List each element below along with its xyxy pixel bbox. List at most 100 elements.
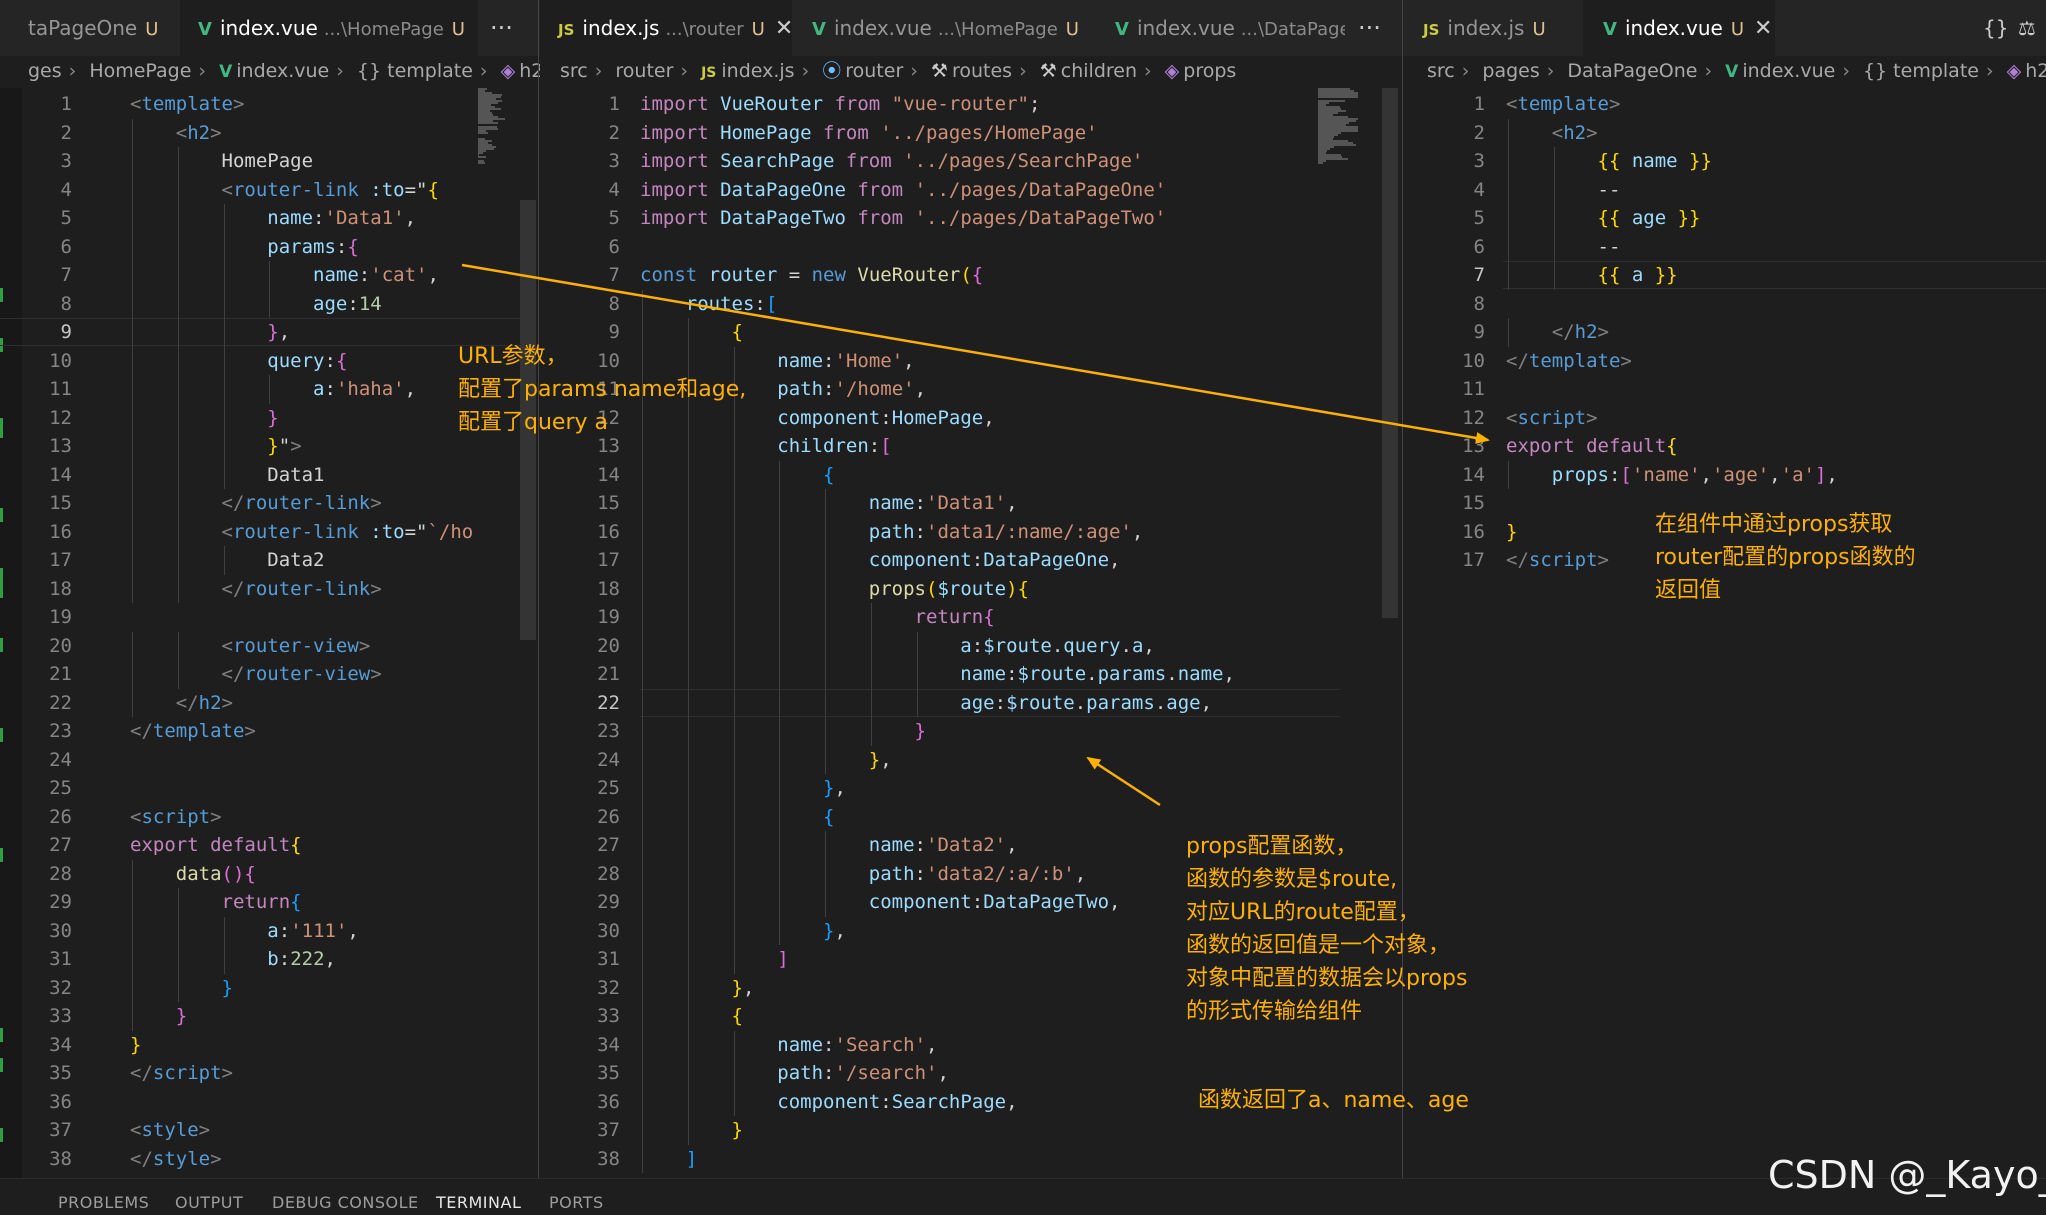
code-line[interactable]: 14 Data1 [0,461,543,489]
breadcrumb-item[interactable]: router [615,60,673,82]
code-line[interactable]: 31 b:222, [0,945,543,973]
code-line[interactable]: 30 a:'111', [0,917,543,945]
code-line[interactable]: 8 routes:[ [540,290,1404,318]
code-line[interactable]: 24 }, [540,746,1404,774]
code-line[interactable]: 12 <script> [1403,404,2046,432]
code-line[interactable]: 21 name:$route.params.name, [540,660,1404,688]
code-line[interactable]: 13 export default{ [1403,432,2046,460]
code-line[interactable]: 22 </h2> [0,689,543,717]
code-line[interactable]: 25 [0,774,543,802]
panel-tab-problems[interactable]: PROBLEMS [58,1193,149,1212]
breadcrumb-item[interactable]: children [1061,60,1137,82]
code-line[interactable]: 22 age:$route.params.age, [540,689,1404,717]
code-line[interactable]: 7 {{ a }} [1403,261,2046,289]
code-line[interactable]: 3 import SearchPage from '../pages/Search… [540,147,1404,175]
code-line[interactable]: 6 [540,233,1404,261]
code-line[interactable]: 19 [0,603,543,631]
breadcrumb-item[interactable]: index.vue [1742,60,1835,82]
code-line[interactable]: 3 HomePage [0,147,543,175]
code-line[interactable]: 25 }, [540,774,1404,802]
code-line[interactable]: 6 params:{ [0,233,543,261]
pane-divider[interactable] [538,0,539,1178]
code-line[interactable]: 23 } [540,717,1404,745]
code-line[interactable]: 34} [0,1031,543,1059]
code-line[interactable]: 35 path:'/search', [540,1059,1404,1087]
code-line[interactable]: 38 </style> [0,1145,543,1173]
code-line[interactable]: 8 [1403,290,2046,318]
code-line[interactable]: 32 } [0,974,543,1002]
code-line[interactable]: 37 <style> [0,1116,543,1144]
code-line[interactable]: 20 <router-view> [0,632,543,660]
open-changes-icon[interactable]: {} [1983,0,2008,56]
code-line[interactable]: 11 [1403,375,2046,403]
code-line[interactable]: 14 props:['name','age','a'], [1403,461,2046,489]
minimap[interactable] [1318,88,1366,168]
code-line[interactable]: 20 a:$route.query.a, [540,632,1404,660]
code-line[interactable]: 5 name:'Data1', [0,204,543,232]
code-line[interactable]: 38 ] [540,1145,1404,1173]
compare-icon[interactable]: ⚖ [2018,0,2036,56]
code-line[interactable]: 29 return{ [0,888,543,916]
code-line[interactable]: 18 props($route){ [540,575,1404,603]
code-line[interactable]: 7 name:'cat', [0,261,543,289]
code-line[interactable]: 4 -- [1403,176,2046,204]
breadcrumb-item[interactable]: index.js [721,60,794,82]
tab-homepage-index-vue[interactable]: Vindex.vue ...\HomePage U [792,0,1097,56]
panel-tab-output[interactable]: OUTPUT [175,1193,243,1212]
minimap[interactable] [478,88,518,168]
scrollbar[interactable] [1382,88,1398,618]
code-line[interactable]: 24 [0,746,543,774]
breadcrumb-item[interactable]: h2 [2025,60,2046,82]
code-line[interactable]: 27 export default{ [0,831,543,859]
code-line[interactable]: 37 } [540,1116,1404,1144]
code-line[interactable]: 1 <template> [1403,90,2046,118]
code-line[interactable]: 2 import HomePage from '../pages/HomePage… [540,119,1404,147]
tab-homepage-index-vue[interactable]: Vindex.vue...\HomePage U ✕ [180,0,478,56]
breadcrumb-item[interactable]: index.vue [236,60,329,82]
code-line[interactable]: 26 <script> [0,803,543,831]
breadcrumb-item[interactable]: {} template [1863,60,1979,82]
code-line[interactable]: 3 {{ name }} [1403,147,2046,175]
code-line[interactable]: 4 <router-link :to="{ [0,176,543,204]
code-line[interactable]: 21 </router-view> [0,660,543,688]
code-line[interactable]: 35 </script> [0,1059,543,1087]
code-line[interactable]: 23 </template> [0,717,543,745]
panel-tab-debug-console[interactable]: DEBUG CONSOLE [272,1193,419,1212]
code-line[interactable]: 1 <template> [0,90,543,118]
code-line[interactable]: 2 <h2> [0,119,543,147]
code-line[interactable]: 7 const router = new VueRouter({ [540,261,1404,289]
code-line[interactable]: 28 data(){ [0,860,543,888]
tab-datapagetwo-vue[interactable]: Vindex.vue...\DataPageTw [1097,0,1345,56]
code-line[interactable]: 1 import VueRouter from "vue-router"; [540,90,1404,118]
breadcrumb-item[interactable]: pages [1482,60,1539,82]
code-line[interactable]: 17 Data2 [0,546,543,574]
code-line[interactable]: 36 [0,1088,543,1116]
code-line[interactable]: 14 { [540,461,1404,489]
code-line[interactable]: 5 {{ age }} [1403,204,2046,232]
code-line[interactable]: 6 -- [1403,233,2046,261]
breadcrumb-item[interactable]: router [845,60,903,82]
code-line[interactable]: 26 { [540,803,1404,831]
tab-router-index-js[interactable]: JS index.js U [1403,0,1583,56]
breadcrumb-item[interactable]: HomePage [89,60,191,82]
code-line[interactable]: 2 <h2> [1403,119,2046,147]
tab-router-index-js[interactable]: JS index.js ...\router U ✕ [540,0,792,56]
close-icon[interactable]: ✕ [475,16,478,41]
breadcrumb-item[interactable]: {} template [357,60,473,82]
code-line[interactable]: 10 </template> [1403,347,2046,375]
code-line[interactable]: 19 return{ [540,603,1404,631]
breadcrumb-item[interactable]: src [1427,60,1455,82]
breadcrumb-item[interactable]: src [560,60,588,82]
panel-tab-terminal[interactable]: TERMINAL [436,1193,521,1212]
breadcrumb-item[interactable]: ges [28,60,62,82]
code-line[interactable]: 16 path:'data1/:name/:age', [540,518,1404,546]
close-icon[interactable]: ✕ [1754,16,1772,41]
code-line[interactable]: 16 <router-link :to="`/ho [0,518,543,546]
tab-datapageone-vue[interactable]: taPageOne U [0,0,180,56]
breadcrumb-item[interactable]: DataPageOne [1567,60,1697,82]
breadcrumb-item[interactable]: routes [952,60,1012,82]
code-line[interactable]: 15 name:'Data1', [540,489,1404,517]
more-actions-icon[interactable]: ··· [1358,0,1381,56]
panel-tab-ports[interactable]: PORTS [549,1193,604,1212]
code-line[interactable]: 5 import DataPageTwo from '../pages/DataP… [540,204,1404,232]
